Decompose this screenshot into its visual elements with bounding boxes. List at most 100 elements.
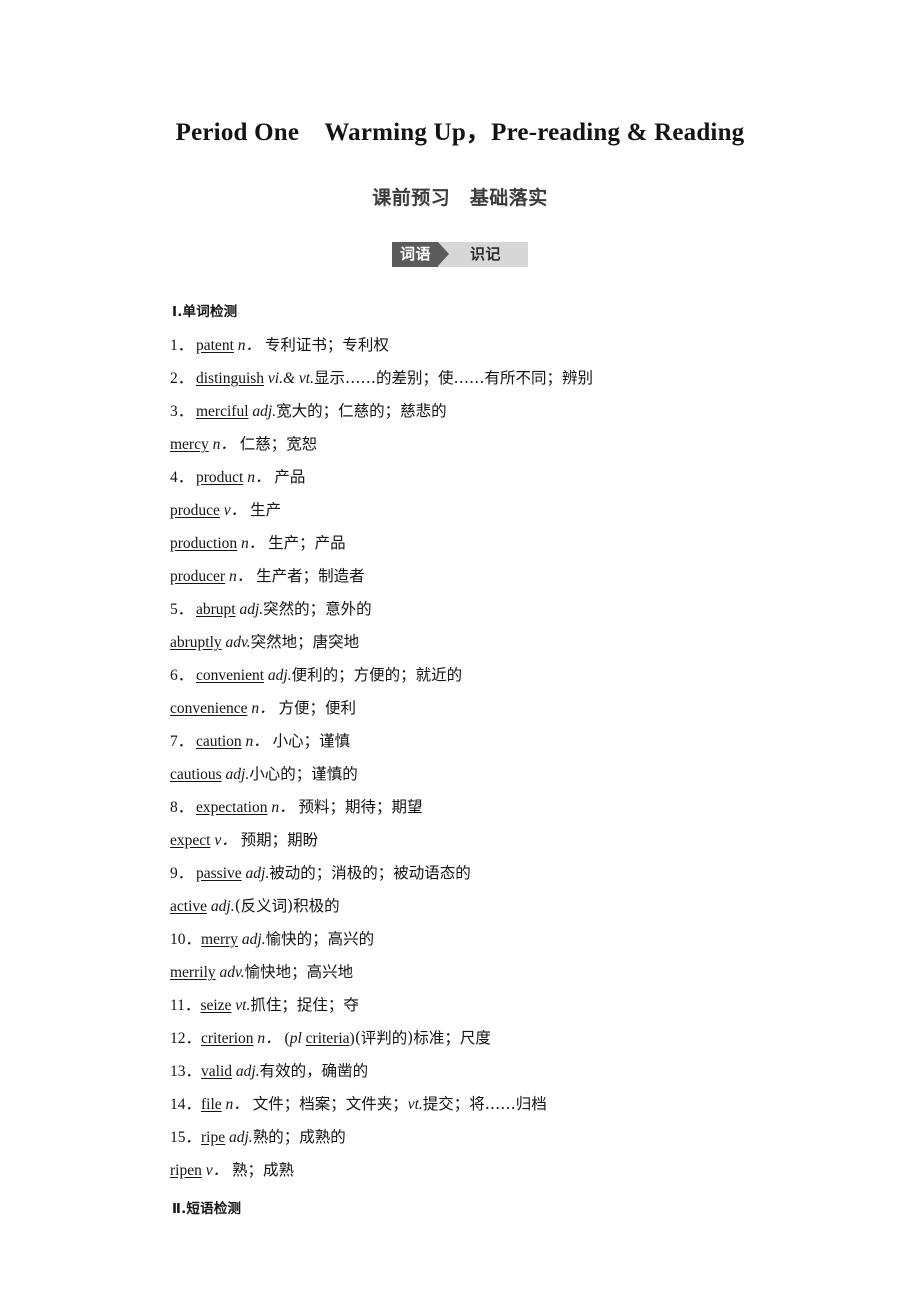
vocab-entry: 1． patent n． 专利证书；专利权 (170, 329, 830, 362)
entry-word: production (170, 535, 238, 552)
entry-part-of-speech-secondary: vt. (407, 1096, 423, 1113)
entry-body: file n． 文件；档案；文件夹；vt.提交；将……归档 (201, 1088, 547, 1121)
entry-word: valid (201, 1063, 233, 1080)
entry-part-of-speech: adj. (241, 931, 266, 948)
vocab-entry: 10． merry adj.愉快的；高兴的 (170, 923, 830, 956)
badge-right-label: 识记 (470, 245, 502, 263)
vocab-entry: 4． product n． 产品 (170, 461, 830, 494)
vocab-entry: 14． file n． 文件；档案；文件夹；vt.提交；将……归档 (170, 1088, 830, 1121)
vocab-subentry: cautious adj.小心的；谨慎的 (170, 758, 830, 791)
entry-number: 14． (170, 1096, 202, 1113)
entry-word: mercy (170, 436, 209, 453)
entry-definition: 愉快的；高兴的 (265, 930, 375, 948)
entry-body: active adj.(反义词)积极的 (170, 890, 340, 923)
entry-part-of-speech: n． (237, 337, 262, 354)
entry-word: merrily (170, 964, 216, 981)
entry-definition: 显示……的差别；使……有所不同；辨别 (313, 369, 593, 387)
topic-badge: 词语 识记 (0, 242, 920, 267)
entry-part-of-speech: n． (271, 799, 295, 816)
entry-number: 5． (170, 601, 194, 618)
entry-part-of-speech: adj. (229, 1129, 253, 1146)
vocab-entry: 12． criterion n． (pl criteria)(评判的)标准；尺度 (170, 1022, 830, 1055)
entry-word: merry (201, 931, 239, 948)
entry-definition: 产品 (274, 468, 306, 486)
entry-definition: 熟的；成熟的 (252, 1128, 346, 1146)
entry-number: 8． (170, 799, 194, 816)
entry-definition: 熟；成熟 (232, 1161, 295, 1179)
vocab-entry: 3． merciful adj.宽大的；仁慈的；慈悲的 (170, 395, 830, 428)
entry-definition: 宽大的；仁慈的；慈悲的 (276, 402, 447, 420)
entry-word: produce (170, 502, 220, 519)
vocab-subentry: convenience n． 方便；便利 (170, 692, 830, 725)
entry-body: abruptly adv.突然地；唐突地 (170, 626, 359, 659)
entry-body: ripen v． 熟；成熟 (170, 1154, 294, 1187)
entry-number: 10． (170, 931, 202, 948)
entry-body: merry adj.愉快的；高兴的 (201, 923, 374, 956)
entry-body: expect v． 预期；期盼 (170, 824, 318, 857)
entry-definition: 小心；谨慎 (272, 732, 351, 750)
entry-part-of-speech: n． (225, 1096, 249, 1113)
vocab-subentry: production n． 生产；产品 (170, 527, 830, 560)
entry-part-of-speech: adj. (210, 898, 235, 915)
entry-part-of-speech: vt. (235, 997, 251, 1014)
entry-word: convenience (170, 700, 248, 717)
entry-body: expectation n． 预料；期待；期望 (196, 791, 422, 824)
entry-definition: 专利证书；专利权 (264, 336, 389, 354)
entry-body: convenient adj.便利的；方便的；就近的 (196, 659, 462, 692)
entry-number: 7． (170, 733, 194, 750)
entry-number: 12． (170, 1030, 202, 1047)
entry-word: ripe (201, 1129, 226, 1146)
vocab-entry: 15． ripe adj.熟的；成熟的 (170, 1121, 830, 1154)
entry-definition: 预料；期待；期望 (298, 798, 423, 816)
entry-definition: (反义词)积极的 (234, 897, 340, 915)
entry-word: file (201, 1096, 222, 1113)
part-two-heading: Ⅱ.短语检测 (172, 1201, 242, 1217)
vocab-entry: 8． expectation n． 预料；期待；期望 (170, 791, 830, 824)
vocab-subentry: merrily adv.愉快地；高兴地 (170, 956, 830, 989)
entry-definition: 文件；档案；文件夹； (252, 1095, 408, 1113)
entry-definition-extra: (评判的)标准；尺度 (354, 1029, 491, 1047)
entry-number: 6． (170, 667, 194, 684)
entry-part-of-speech: adj. (245, 865, 270, 882)
section-heading: 课前预习 基础落实 (372, 187, 548, 209)
plural-label: pl (289, 1030, 302, 1047)
entry-number: 9． (170, 865, 194, 882)
entry-word: cautious (170, 766, 222, 783)
entry-word: ripen (170, 1162, 202, 1179)
entry-part-of-speech: vi.& vt. (267, 370, 314, 387)
entry-number: 1． (170, 337, 194, 354)
entry-word: seize (200, 997, 232, 1014)
entry-body: distinguish vi.& vt.显示……的差别；使……有所不同；辨别 (196, 362, 593, 395)
vocab-subentry: mercy n． 仁慈；宽恕 (170, 428, 830, 461)
vocab-entry: 11． seize vt.抓住；捉住；夺 (170, 989, 830, 1022)
entry-word: criterion (201, 1030, 254, 1047)
entry-definition: 愉快地；高兴地 (244, 963, 354, 981)
entry-part-of-speech: v． (214, 832, 237, 849)
part-one-heading: Ⅰ.单词检测 (172, 304, 238, 320)
entry-part-of-speech: adv. (225, 634, 251, 651)
entry-word: active (170, 898, 208, 915)
entry-definition-secondary: 提交；将……归档 (422, 1095, 547, 1113)
entry-word: merciful (196, 403, 249, 420)
vocab-entry: 2． distinguish vi.& vt.显示……的差别；使……有所不同；辨别 (170, 362, 830, 395)
entry-body: merciful adj.宽大的；仁慈的；慈悲的 (196, 395, 447, 428)
entry-part-of-speech: n． (228, 568, 253, 585)
entry-definition: 有效的，确凿的 (259, 1062, 369, 1080)
entry-number: 2． (170, 370, 194, 387)
entry-body: passive adj.被动的；消极的；被动语态的 (196, 857, 471, 890)
entry-part-of-speech: adj. (225, 766, 250, 783)
entry-body: abrupt adj.突然的；意外的 (196, 593, 372, 626)
vocab-entry: 9． passive adj.被动的；消极的；被动语态的 (170, 857, 830, 890)
entry-body: production n． 生产；产品 (170, 527, 346, 560)
entry-number: 4． (170, 469, 194, 486)
vocab-subentry: produce v． 生产 (170, 494, 830, 527)
entry-definition: 生产 (250, 501, 282, 519)
entry-body: criterion n． (pl criteria)(评判的)标准；尺度 (201, 1022, 491, 1055)
entry-definition: 便利的；方便的；就近的 (291, 666, 463, 684)
vocab-subentry: ripen v． 熟；成熟 (170, 1154, 830, 1187)
entry-part-of-speech: adj. (235, 1063, 260, 1080)
entry-word: patent (196, 337, 234, 354)
vocab-subentry: abruptly adv.突然地；唐突地 (170, 626, 830, 659)
entry-list: 1． patent n． 专利证书；专利权 2． distinguish vi.& v… (170, 329, 830, 1187)
entry-part-of-speech: adj. (252, 403, 277, 420)
